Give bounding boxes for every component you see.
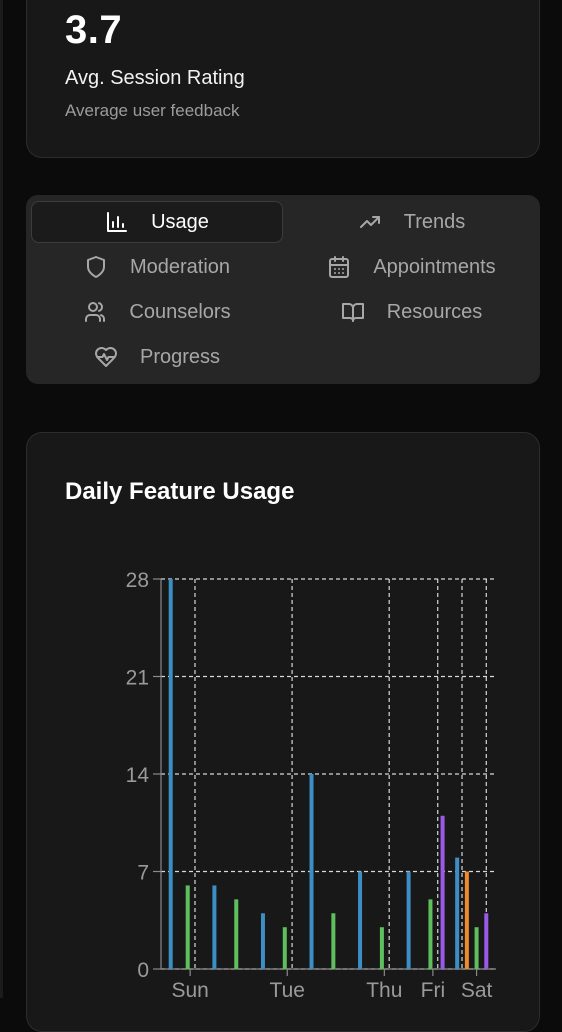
tab-label: Moderation — [129, 255, 231, 278]
stat-sublabel: Average user feedback — [65, 101, 240, 120]
heart-pulse-icon — [94, 345, 118, 369]
tab-label: Usage — [151, 210, 209, 233]
analytics-tabs: Usage Trends Moderation Appointments Cou… — [26, 195, 540, 384]
tab-appointments[interactable]: Appointments — [288, 246, 535, 288]
rating-stat-card: 3.7 Avg. Session Rating Average user fee… — [26, 0, 540, 158]
trending-up-icon — [358, 210, 382, 234]
tab-label: Counselors — [129, 300, 231, 323]
tab-counselors[interactable]: Counselors — [31, 291, 283, 333]
daily-feature-usage-card: Daily Feature Usage — [26, 432, 540, 1032]
tab-resources[interactable]: Resources — [288, 291, 535, 333]
book-open-icon — [341, 300, 365, 324]
tab-label: Resources — [386, 300, 483, 323]
tab-label: Appointments — [373, 255, 496, 278]
tab-label: Progress — [139, 345, 221, 368]
calendar-icon — [327, 255, 351, 279]
tab-usage[interactable]: Usage — [31, 201, 283, 243]
tab-progress[interactable]: Progress — [31, 336, 283, 378]
tab-trends[interactable]: Trends — [288, 201, 535, 243]
stat-label: Avg. Session Rating — [65, 67, 245, 89]
left-rail — [0, 0, 3, 998]
stat-value: 3.7 — [65, 8, 123, 52]
chart-title: Daily Feature Usage — [65, 478, 295, 505]
users-icon — [83, 300, 107, 324]
tab-moderation[interactable]: Moderation — [31, 246, 283, 288]
shield-icon — [84, 255, 108, 279]
tab-label: Trends — [403, 210, 466, 233]
bar-chart-icon — [105, 210, 129, 234]
